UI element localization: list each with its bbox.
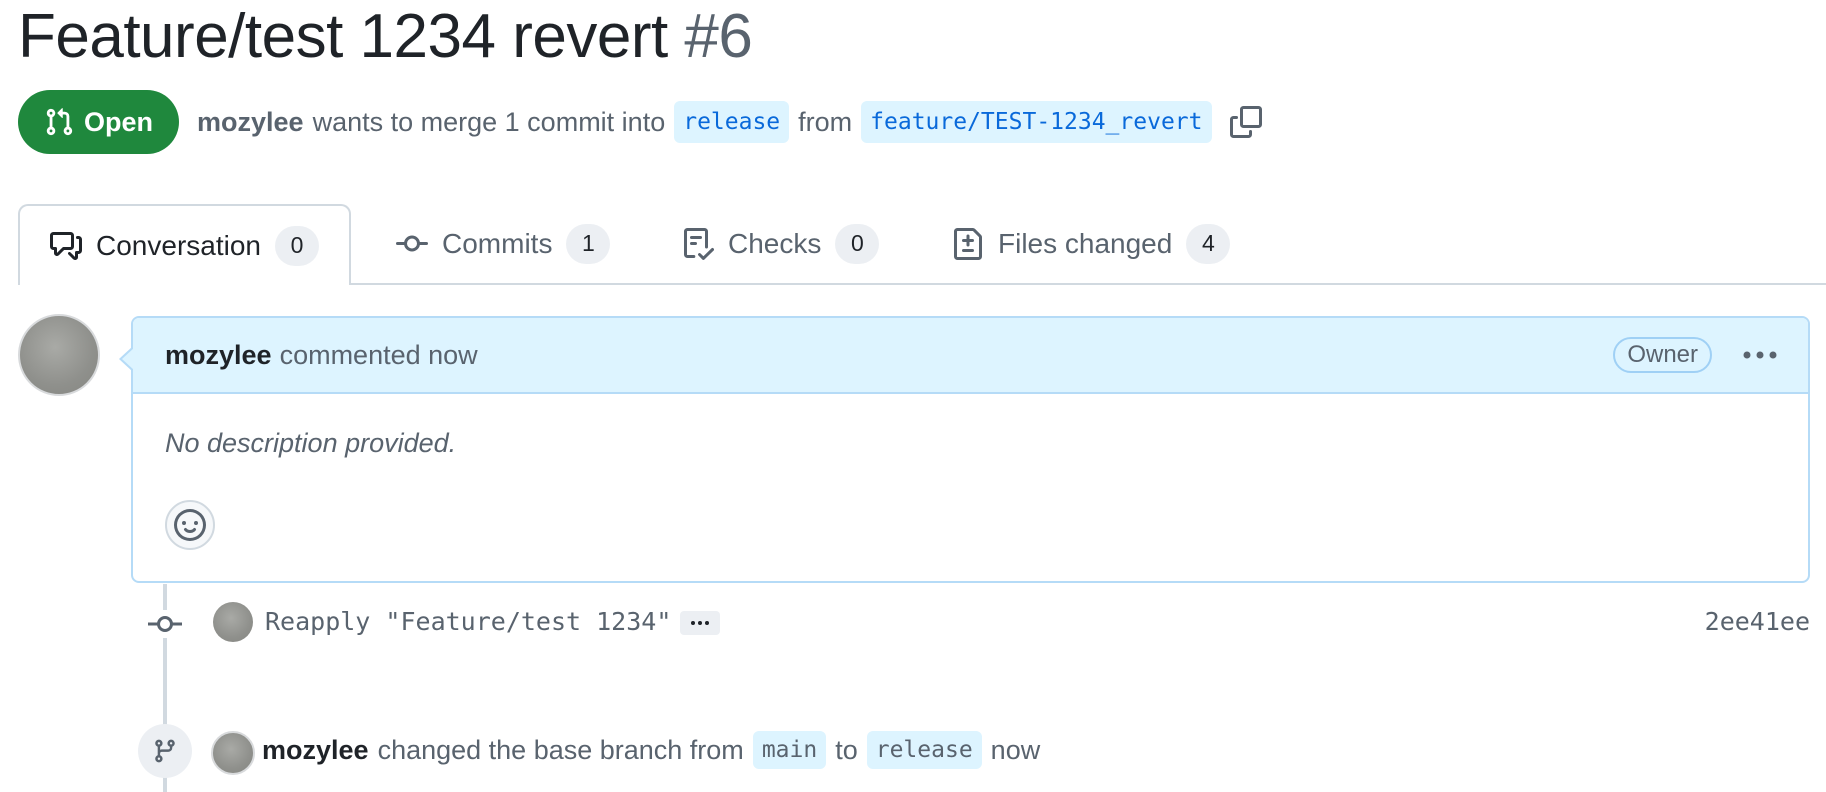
pr-author-link[interactable]: mozylee <box>197 107 304 138</box>
to-branch: release <box>866 731 982 769</box>
git-commit-icon <box>147 610 183 638</box>
tab-checks-count: 0 <box>835 223 880 264</box>
event-author-link[interactable]: mozylee <box>262 735 369 766</box>
event-timestamp[interactable]: now <box>991 735 1041 766</box>
expand-commit-button[interactable] <box>680 611 720 635</box>
git-pull-request-icon <box>46 108 73 136</box>
avatar[interactable] <box>18 314 100 396</box>
merge-text-2: from <box>798 106 853 137</box>
file-diff-icon <box>954 227 982 260</box>
from-branch: main <box>752 731 827 769</box>
comment-discussion-icon <box>50 231 82 260</box>
comment-author-link[interactable]: mozylee <box>165 340 272 371</box>
base-branch-link[interactable]: release <box>674 101 790 143</box>
comment-options-button[interactable] <box>1740 340 1780 370</box>
tab-conversation-label: Conversation <box>96 229 261 261</box>
tab-checks[interactable]: Checks 0 <box>682 204 880 283</box>
pr-number: #6 <box>684 2 753 71</box>
add-reaction-button[interactable] <box>165 500 215 550</box>
pr-title-text: Feature/test 1234 revert <box>18 2 668 71</box>
tab-conversation[interactable]: Conversation 0 <box>18 204 351 285</box>
pr-meta-row: Open mozylee wants to merge 1 commit int… <box>18 90 1264 154</box>
merge-text-1: wants to merge 1 commit into <box>312 106 666 137</box>
pr-merge-summary: mozylee wants to merge 1 commit into rel… <box>197 101 1212 143</box>
git-branch-icon <box>138 724 192 778</box>
pr-title: Feature/test 1234 revert #6 <box>18 2 753 72</box>
comment-header: mozylee commented now Owner <box>119 318 1808 394</box>
comment-body: No description provided. <box>165 428 457 458</box>
pr-tabs: Conversation 0 Commits 1 Checks 0 Files … <box>18 204 1826 285</box>
comment-box: mozylee commented now Owner No descripti… <box>119 316 1810 583</box>
tab-checks-label: Checks <box>728 227 822 259</box>
ellipsis-icon <box>691 621 709 625</box>
commit-sha-link[interactable]: 2ee41ee <box>1705 607 1810 636</box>
comment-timestamp[interactable]: commented now <box>280 340 478 371</box>
event-author-avatar[interactable] <box>211 731 255 775</box>
pr-state-label: Open <box>84 106 154 137</box>
tab-files-changed-label: Files changed <box>998 227 1173 259</box>
tab-conversation-count: 0 <box>274 225 319 266</box>
copy-icon <box>1229 106 1262 138</box>
tab-commits-label: Commits <box>442 227 553 259</box>
smiley-icon <box>174 509 206 541</box>
head-branch-link[interactable]: feature/TEST-1234_revert <box>861 101 1212 143</box>
kebab-horizontal-icon <box>1743 351 1777 359</box>
git-commit-icon <box>396 235 428 251</box>
commit-message-link[interactable]: Reapply "Feature/test 1234" <box>265 607 671 636</box>
pr-state-badge: Open <box>18 90 180 154</box>
checklist-icon <box>684 227 714 260</box>
tab-commits[interactable]: Commits 1 <box>396 204 611 283</box>
tab-files-changed[interactable]: Files changed 4 <box>952 204 1231 283</box>
base-branch-change-event: mozylee changed the base branch from mai… <box>262 728 1040 772</box>
event-text-1: changed the base branch from <box>377 734 744 765</box>
commit-author-avatar[interactable] <box>213 602 253 642</box>
copy-branch-button[interactable] <box>1228 104 1264 140</box>
event-text-2: to <box>835 734 858 765</box>
tab-commits-count: 1 <box>566 223 611 264</box>
owner-badge: Owner <box>1613 337 1712 373</box>
tab-files-changed-count: 4 <box>1186 223 1231 264</box>
